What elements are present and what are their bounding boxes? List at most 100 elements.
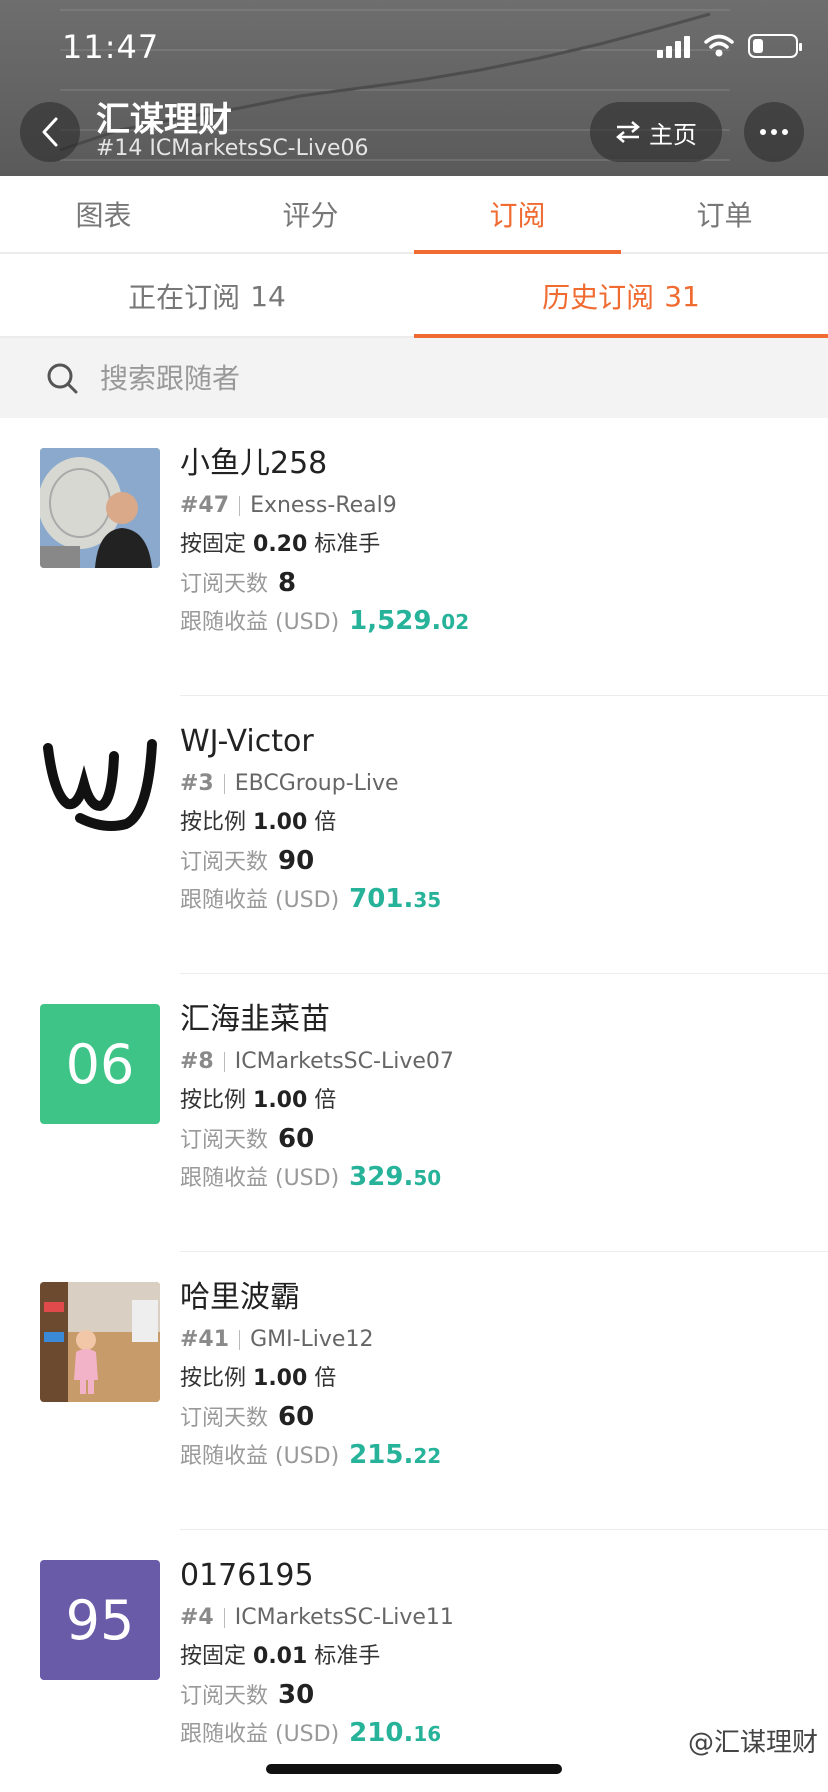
subtab-history[interactable]: 历史订阅 31	[414, 256, 828, 338]
follower-meta: #4 ICMarketsSC-Live11	[180, 1598, 454, 1638]
days-value: 90	[278, 846, 315, 876]
main-tabs: 图表 评分 订阅 订单	[0, 176, 828, 254]
home-button[interactable]: 主页	[590, 102, 722, 162]
follow-mode-suffix: 倍	[314, 1088, 337, 1113]
follow-mode-suffix: 标准手	[314, 1644, 381, 1669]
list-item[interactable]: 06 汇海韭菜苗 #8 ICMarketsSC-Live07 按比例 1.00 …	[0, 974, 828, 1252]
follower-server: ICMarketsSC-Live07	[234, 1049, 454, 1074]
follower-server: Exness-Real9	[250, 493, 397, 518]
follow-mode-value: 0.20	[253, 532, 308, 557]
subtab-current-count: 14	[250, 279, 286, 313]
days-label: 订阅天数	[180, 1406, 269, 1431]
follow-mode-suffix: 标准手	[314, 532, 381, 557]
follow-mode-value: 1.00	[253, 810, 308, 835]
list-item[interactable]: 小鱼儿258 #47 Exness-Real9 按固定 0.20 标准手 订阅天…	[0, 418, 828, 696]
follower-rank: #41	[180, 1327, 230, 1352]
profit-decimal: 22	[413, 1444, 442, 1468]
follow-mode-suffix: 倍	[314, 1366, 337, 1391]
back-button[interactable]	[20, 102, 80, 162]
follower-rank: #3	[180, 771, 214, 796]
follow-mode: 按固定 0.01 标准手	[180, 1638, 454, 1676]
signal-icon	[657, 34, 690, 58]
tab-chart[interactable]: 图表	[0, 176, 207, 252]
follower-server: ICMarketsSC-Live11	[234, 1605, 454, 1630]
subscription-days: 订阅天数 90	[180, 842, 441, 880]
follow-mode: 按比例 1.00 倍	[180, 1082, 454, 1120]
status-time: 11:47	[62, 28, 160, 66]
follower-rank: #47	[180, 493, 230, 518]
profit-label: 跟随收益 (USD)	[180, 888, 340, 913]
subtab-history-count: 31	[664, 279, 700, 313]
avatar: 06	[40, 1004, 160, 1124]
follow-mode-prefix: 按比例	[180, 810, 247, 835]
follow-profit: 跟随收益 (USD) 701.35	[180, 880, 441, 918]
sub-tabs: 正在订阅 14 历史订阅 31	[0, 256, 828, 338]
follow-profit: 跟随收益 (USD) 329.50	[180, 1158, 454, 1196]
tab-orders[interactable]: 订单	[621, 176, 828, 252]
avatar: 95	[40, 1560, 160, 1680]
list-item[interactable]: 哈里波霸 #41 GMI-Live12 按比例 1.00 倍 订阅天数 60 跟随…	[0, 1252, 828, 1530]
profit-decimal: 50	[413, 1166, 442, 1190]
status-icons	[657, 34, 802, 58]
home-indicator[interactable]	[266, 1764, 562, 1774]
subtab-history-label: 历史订阅	[542, 281, 655, 314]
days-value: 30	[278, 1680, 315, 1710]
profit-value: 701.35	[349, 884, 441, 914]
follower-name: 汇海韭菜苗	[180, 1002, 330, 1037]
days-label: 订阅天数	[180, 1128, 269, 1153]
follow-mode-prefix: 按比例	[180, 1088, 247, 1113]
watermark: @汇谋理财	[687, 1728, 818, 1758]
page-subtitle: #14 ICMarketsSC-Live06	[96, 136, 369, 161]
follow-mode: 按固定 0.20 标准手	[180, 526, 469, 564]
wifi-icon	[704, 34, 734, 57]
header: 11:47 汇谋理财 #14 ICMarketsSC-Live06 主页	[0, 0, 828, 176]
days-value: 60	[278, 1402, 315, 1432]
more-button[interactable]	[744, 102, 804, 162]
profit-value: 1,529.02	[349, 606, 469, 636]
follower-meta: #3 EBCGroup-Live	[180, 764, 441, 804]
avatar-text: 95	[65, 1588, 135, 1652]
days-value: 60	[278, 1124, 315, 1154]
avatar	[40, 448, 160, 568]
profit-label: 跟随收益 (USD)	[180, 610, 340, 635]
profit-integer: 1,529.	[349, 606, 442, 636]
follow-mode-prefix: 按比例	[180, 1366, 247, 1391]
subscription-days: 订阅天数 60	[180, 1398, 441, 1436]
home-button-label: 主页	[649, 120, 697, 149]
profit-decimal: 35	[413, 888, 442, 912]
list-item[interactable]: WJ-Victor #3 EBCGroup-Live 按比例 1.00 倍 订阅…	[0, 696, 828, 974]
avatar-text: 06	[65, 1032, 135, 1096]
subtab-current[interactable]: 正在订阅 14	[0, 256, 414, 336]
divider	[223, 1052, 225, 1072]
search-input[interactable]	[100, 361, 700, 395]
avatar	[40, 726, 160, 846]
wj-logo-icon	[43, 739, 157, 831]
search-icon	[47, 363, 78, 394]
follower-meta: #41 GMI-Live12	[180, 1320, 441, 1360]
tab-subscriptions[interactable]: 订阅	[414, 176, 621, 254]
days-label: 订阅天数	[180, 572, 269, 597]
follower-meta: #47 Exness-Real9	[180, 486, 469, 526]
follower-meta: #8 ICMarketsSC-Live07	[180, 1042, 454, 1082]
profit-value: 215.22	[349, 1440, 441, 1470]
tab-rating[interactable]: 评分	[207, 176, 414, 252]
follow-mode-prefix: 按固定	[180, 532, 247, 557]
follow-mode-value: 1.00	[253, 1088, 308, 1113]
profit-integer: 210.	[349, 1718, 414, 1748]
follow-profit: 跟随收益 (USD) 210.16	[180, 1714, 454, 1752]
follower-name: 0176195	[180, 1558, 314, 1593]
subscription-days: 订阅天数 30	[180, 1676, 454, 1714]
follower-name: 小鱼儿258	[180, 446, 328, 481]
swap-icon	[616, 121, 640, 143]
profit-label: 跟随收益 (USD)	[180, 1166, 340, 1191]
divider	[223, 774, 225, 794]
avatar-photo	[40, 448, 160, 568]
divider	[239, 1330, 241, 1350]
days-label: 订阅天数	[180, 1684, 269, 1709]
profit-integer: 329.	[349, 1162, 414, 1192]
divider	[223, 1608, 225, 1628]
follow-mode-prefix: 按固定	[180, 1644, 247, 1669]
profit-value: 210.16	[349, 1718, 441, 1748]
subtab-current-label: 正在订阅	[128, 281, 241, 314]
follow-mode: 按比例 1.00 倍	[180, 804, 441, 842]
